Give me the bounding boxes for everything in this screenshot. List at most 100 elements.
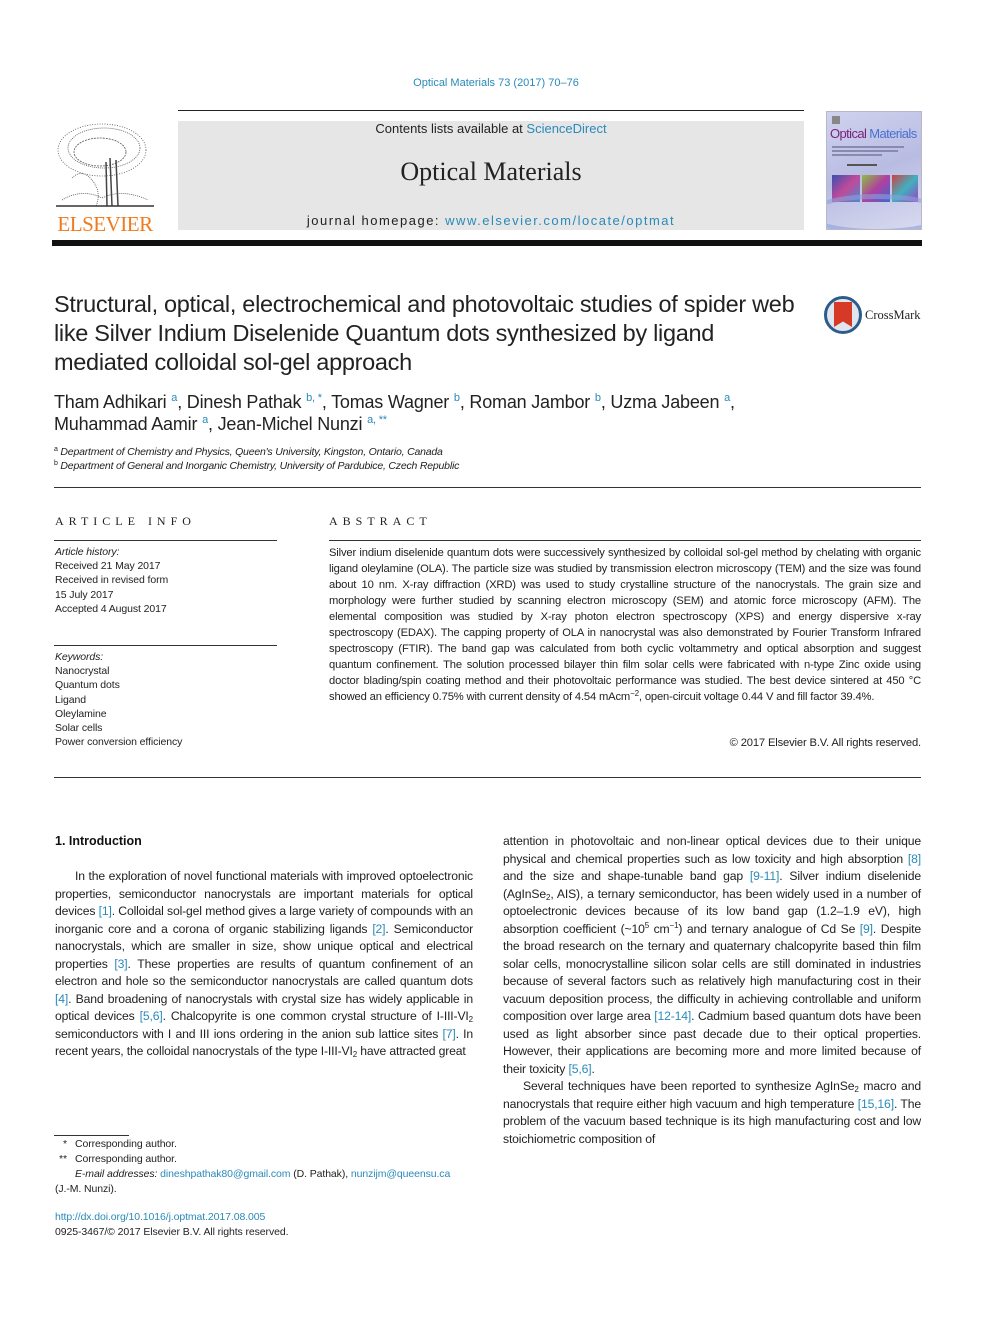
history-item: Received 21 May 2017: [55, 560, 161, 573]
text-run: attention in photovoltaic and non-linear…: [503, 834, 921, 866]
doi-block: http://dx.doi.org/10.1016/j.optmat.2017.…: [55, 1210, 485, 1240]
author-separator: ,: [459, 392, 470, 412]
keyword: Ligand: [55, 693, 86, 706]
reference-link[interactable]: [5,6]: [568, 1062, 591, 1076]
affiliation: a Department of Chemistry and Physics, Q…: [54, 445, 814, 459]
affiliation-mark: a: [54, 446, 58, 453]
cover-publisher-mark: [832, 116, 840, 124]
author-name[interactable]: Uzma Jabeen: [610, 392, 719, 412]
journal-citation-link[interactable]: Optical Materials 73 (2017) 70–76: [0, 77, 992, 89]
footnotes: * Corresponding author. ** Corresponding a…: [55, 1137, 485, 1197]
abstract-superscript: −2: [630, 689, 639, 698]
cover-title-part2: Materials: [866, 126, 917, 141]
keyword: Power conversion efficiency: [55, 736, 183, 749]
body-column-left: In the exploration of novel functional m…: [55, 868, 473, 1061]
doi-link[interactable]: http://dx.doi.org/10.1016/j.optmat.2017.…: [55, 1211, 265, 1223]
email-link[interactable]: dineshpathak80@gmail.com: [160, 1168, 290, 1180]
footnote-divider: [54, 1135, 129, 1136]
header-bottom-rule: [52, 240, 922, 246]
affiliations: a Department of Chemistry and Physics, Q…: [54, 445, 814, 473]
journal-name: Optical Materials: [400, 157, 582, 186]
text-run: .: [591, 1061, 595, 1076]
reference-link[interactable]: [2]: [372, 922, 385, 936]
author-name[interactable]: Jean-Michel Nunzi: [218, 414, 363, 434]
email-owner: (J.-M. Nunzi).: [55, 1183, 117, 1195]
cover-text-line: [832, 154, 882, 156]
text-run: ) and ternary analogue of Cd Se: [678, 921, 860, 936]
author[interactable]: Uzma Jabeen a: [610, 392, 730, 412]
text-run: Several techniques have been reported to…: [523, 1079, 855, 1093]
author-separator: ,: [207, 414, 218, 434]
reference-link[interactable]: [12-14]: [654, 1009, 691, 1023]
journal-homepage-link[interactable]: www.elsevier.com/locate/optmat: [445, 213, 675, 228]
crossmark-label: CrossMark: [865, 308, 921, 322]
author-separator: ,: [600, 392, 611, 412]
author-list: Tham Adhikari a, Dinesh Pathak b, *, Tom…: [54, 391, 814, 435]
issn-copyright: 0925-3467/© 2017 Elsevier B.V. All right…: [55, 1226, 289, 1238]
sciencedirect-link[interactable]: ScienceDirect: [526, 121, 606, 136]
crossmark-button[interactable]: CrossMark: [824, 296, 924, 334]
footnote: * Corresponding author.: [55, 1137, 485, 1152]
footnote: ** Corresponding author.: [55, 1152, 485, 1167]
elsevier-wordmark: ELSEVIER: [57, 212, 153, 236]
affiliation-mark: b: [54, 460, 58, 467]
reference-link[interactable]: [15,16]: [858, 1097, 894, 1111]
text-run: . Despite the broad research on the tern…: [503, 921, 921, 1024]
divider: [54, 777, 921, 778]
reference-link[interactable]: [9-11]: [750, 869, 780, 883]
author-separator: ,: [177, 392, 187, 412]
keyword: Nanocrystal: [55, 665, 110, 678]
article-history: Article history: Received 21 May 2017 Re…: [55, 545, 278, 616]
reference-link[interactable]: [3]: [114, 957, 127, 971]
keyword: Oleylamine: [55, 707, 107, 720]
journal-cover-thumbnail[interactable]: Optical Materials: [826, 111, 922, 230]
reference-link[interactable]: [8]: [908, 852, 921, 866]
cover-title-part1: Optical: [830, 126, 867, 141]
author[interactable]: Dinesh Pathak b, *: [187, 392, 322, 412]
keyword: Solar cells: [55, 722, 103, 735]
cover-text-line: [832, 150, 898, 152]
divider: [54, 540, 277, 541]
cover-title: Optical Materials: [830, 126, 917, 141]
author[interactable]: Jean-Michel Nunzi a, **: [218, 414, 387, 434]
homepage-prefix: journal homepage:: [306, 213, 446, 228]
author-separator: ,: [321, 392, 332, 412]
author-name[interactable]: Roman Jambor: [469, 392, 590, 412]
text-run: semiconductors with I and III ions order…: [55, 1026, 443, 1041]
reference-link[interactable]: [1]: [99, 904, 112, 918]
keywords-label: Keywords:: [55, 651, 104, 663]
reference-link[interactable]: [9]: [860, 922, 873, 936]
footnote-text: Corresponding author.: [75, 1153, 177, 1165]
divider: [54, 645, 277, 646]
history-item: Accepted 4 August 2017: [55, 602, 167, 615]
email-owner: (D. Pathak),: [290, 1168, 351, 1180]
reference-link[interactable]: [7]: [442, 1027, 455, 1041]
author-name[interactable]: Tomas Wagner: [331, 392, 449, 412]
email-label: E-mail addresses:: [75, 1168, 161, 1180]
footnote-text: Corresponding author.: [75, 1138, 177, 1150]
author[interactable]: Tham Adhikari a: [54, 392, 177, 412]
author-name[interactable]: Tham Adhikari: [54, 392, 167, 412]
author-name[interactable]: Muhammad Aamir: [54, 414, 197, 434]
author-affiliation-mark[interactable]: b, *: [306, 392, 322, 404]
body-column-right: attention in photovoltaic and non-linear…: [503, 833, 921, 1148]
affiliation-text: Department of Chemistry and Physics, Que…: [60, 446, 443, 458]
author[interactable]: Tomas Wagner b: [331, 392, 460, 412]
author-affiliation-mark[interactable]: a, **: [367, 414, 387, 426]
author[interactable]: Muhammad Aamir a: [54, 414, 208, 434]
affiliation: b Department of General and Inorganic Ch…: [54, 459, 814, 473]
author-name[interactable]: Dinesh Pathak: [187, 392, 302, 412]
email-link[interactable]: nunzijm@queensu.ca: [351, 1168, 450, 1180]
cover-editor-line: [847, 164, 877, 166]
reference-link[interactable]: [5,6]: [140, 1009, 163, 1023]
reference-link[interactable]: [4]: [55, 992, 68, 1006]
author[interactable]: Roman Jambor b: [469, 392, 601, 412]
journal-homepage-line: journal homepage: www.elsevier.com/locat…: [178, 213, 804, 228]
text-run: cm: [649, 921, 670, 936]
history-label: Article history:: [55, 546, 120, 558]
paragraph: attention in photovoltaic and non-linear…: [503, 833, 921, 1078]
abstract-text: Silver indium diselenide quantum dots we…: [329, 545, 921, 705]
paragraph: In the exploration of novel functional m…: [55, 868, 473, 1061]
history-item: 15 July 2017: [55, 588, 114, 601]
article-title: Structural, optical, electrochemical and…: [54, 291, 795, 375]
